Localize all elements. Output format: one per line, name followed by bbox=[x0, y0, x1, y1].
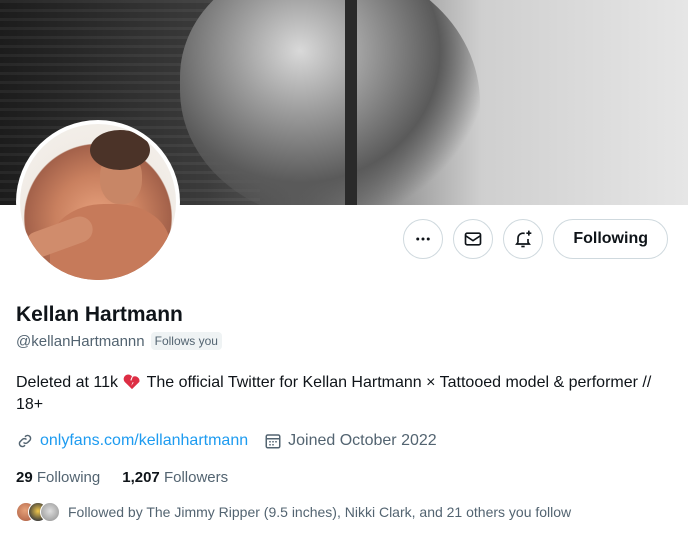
profile-name: Kellan Hartmann bbox=[16, 303, 183, 326]
profile-handle: @kellanHartmannn bbox=[16, 332, 145, 350]
link-icon bbox=[18, 434, 32, 448]
profile-meta: onlyfans.com/kellanhartmann Joined Octob… bbox=[16, 432, 437, 450]
profile-avatar[interactable] bbox=[16, 120, 180, 284]
profile-link[interactable]: onlyfans.com/kellanhartmann bbox=[16, 432, 248, 450]
following-count: 29 bbox=[16, 469, 33, 486]
banner-window-frame bbox=[345, 0, 357, 205]
followers-stat[interactable]: 1,207 Followers bbox=[122, 469, 228, 486]
avatar-hair bbox=[90, 130, 150, 170]
following-button[interactable]: Following bbox=[553, 219, 668, 259]
followed-by-text: Followed by The Jimmy Ripper (9.5 inches… bbox=[68, 504, 572, 520]
mail-icon bbox=[465, 232, 482, 246]
following-label: Following bbox=[36, 469, 101, 486]
bio-text-start: Deleted at 11k bbox=[16, 374, 123, 391]
followed-by[interactable]: Followed by The Jimmy Ripper (9.5 inches… bbox=[16, 502, 571, 522]
handle-row: @kellanHartmannn Follows you bbox=[16, 332, 222, 350]
notify-button[interactable] bbox=[503, 219, 544, 259]
follows-you-badge: Follows you bbox=[150, 332, 222, 350]
broken-heart-icon bbox=[124, 374, 140, 390]
avatar-image bbox=[20, 124, 176, 280]
followers-label: Followers bbox=[163, 469, 229, 486]
profile-actions: Following bbox=[403, 219, 668, 259]
calendar-icon bbox=[265, 434, 281, 449]
bell-plus-icon bbox=[515, 230, 532, 248]
followers-count: 1,207 bbox=[122, 469, 160, 486]
joined-text: Joined October 2022 bbox=[288, 432, 437, 449]
following-stat[interactable]: 29 Following bbox=[16, 469, 100, 486]
banner-figure bbox=[180, 0, 480, 205]
profile-link-text[interactable]: onlyfans.com/kellanhartmann bbox=[40, 432, 248, 450]
more-button[interactable] bbox=[403, 219, 444, 259]
more-icon bbox=[416, 237, 431, 241]
profile-joined: Joined October 2022 bbox=[264, 432, 437, 450]
profile-bio: Deleted at 11k The official Twitter for … bbox=[16, 372, 656, 416]
mini-avatar bbox=[40, 502, 60, 522]
message-button[interactable] bbox=[453, 219, 494, 259]
profile-stats: 29 Following 1,207 Followers bbox=[16, 469, 228, 486]
followed-by-avatars bbox=[16, 502, 60, 522]
